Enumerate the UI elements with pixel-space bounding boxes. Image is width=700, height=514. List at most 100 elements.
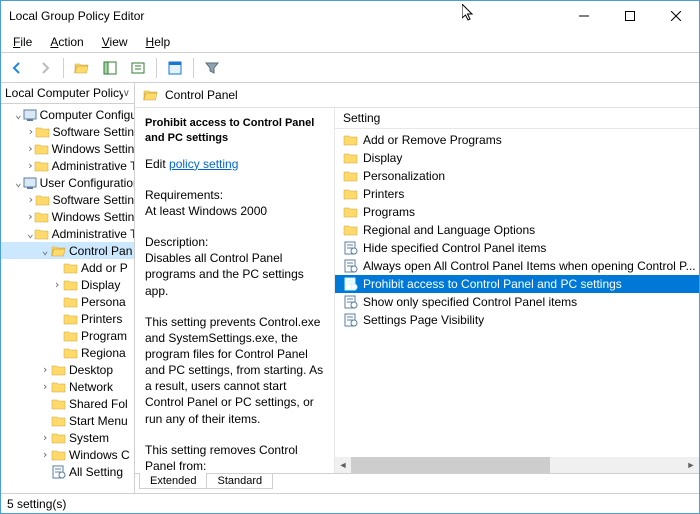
tree-item[interactable]: ›Network xyxy=(1,378,134,395)
list-item[interactable]: Programs xyxy=(335,203,699,221)
toolbar xyxy=(1,53,699,83)
tree-item[interactable]: Shared Fol xyxy=(1,395,134,412)
forward-button[interactable] xyxy=(33,56,57,80)
tree-item[interactable]: ⌄Control Pan xyxy=(1,242,134,259)
collapse-icon[interactable]: ⌄ xyxy=(27,227,34,240)
tree-item[interactable]: ›Windows Settin xyxy=(1,140,134,157)
titlebar: Local Group Policy Editor xyxy=(1,1,699,31)
list-item-label: Display xyxy=(363,151,402,165)
export-button[interactable] xyxy=(126,56,150,80)
tree-item[interactable]: All Setting xyxy=(1,463,134,480)
tree-item[interactable]: ⌄User Configuration xyxy=(1,174,134,191)
policy-title: Prohibit access to Control Panel and PC … xyxy=(145,116,324,146)
tree-item[interactable]: ›System xyxy=(1,429,134,446)
setting-icon xyxy=(51,464,67,480)
maximize-button[interactable] xyxy=(607,1,653,31)
expand-icon[interactable]: › xyxy=(27,193,35,206)
description-para2: This setting prevents Control.exe and Sy… xyxy=(145,314,324,427)
collapse-icon[interactable]: ⌄ xyxy=(39,244,51,257)
tree-item[interactable]: ›Display xyxy=(1,276,134,293)
tree-item-label: Shared Fol xyxy=(69,397,128,411)
folder-icon xyxy=(51,396,67,412)
tree-item[interactable]: Start Menu xyxy=(1,412,134,429)
expand-icon[interactable]: › xyxy=(39,448,51,461)
tree-item-label: Add or P xyxy=(81,261,128,275)
folder-icon xyxy=(35,192,51,208)
list-item[interactable]: Prohibit access to Control Panel and PC … xyxy=(335,275,699,293)
expand-icon[interactable]: › xyxy=(51,278,63,291)
up-button[interactable] xyxy=(70,56,94,80)
list-item[interactable]: Display xyxy=(335,149,699,167)
scroll-left-icon[interactable]: ◄ xyxy=(335,457,351,473)
minimize-button[interactable] xyxy=(561,1,607,31)
tree-item[interactable]: ›Software Settin xyxy=(1,123,134,140)
list-item[interactable]: Regional and Language Options xyxy=(335,221,699,239)
tree-item-label: Desktop xyxy=(69,363,113,377)
folder-icon xyxy=(51,243,67,259)
expand-icon[interactable]: › xyxy=(27,142,34,155)
list-item[interactable]: Add or Remove Programs xyxy=(335,131,699,149)
list-item[interactable]: Show only specified Control Panel items xyxy=(335,293,699,311)
folder-icon xyxy=(343,150,359,166)
close-button[interactable] xyxy=(653,1,699,31)
list-item-label: Settings Page Visibility xyxy=(363,313,484,327)
edit-policy-link[interactable]: policy setting xyxy=(169,157,238,171)
setting-icon xyxy=(343,276,359,292)
tab-extended[interactable]: Extended xyxy=(139,473,206,489)
expand-icon[interactable]: › xyxy=(39,431,51,444)
folder-icon xyxy=(51,447,67,463)
tree-item[interactable]: › Desktop xyxy=(1,361,134,378)
settings-list-pane: Setting Add or Remove Programs Display Per… xyxy=(335,108,699,473)
toolbar-separator xyxy=(193,58,194,78)
scrollbar-thumb[interactable] xyxy=(351,457,550,473)
statusbar: 5 setting(s) xyxy=(1,493,699,513)
tree-item[interactable]: ⌄Computer Configura xyxy=(1,106,134,123)
folder-icon xyxy=(34,209,50,225)
back-button[interactable] xyxy=(5,56,29,80)
setting-icon xyxy=(343,312,359,328)
tree-item[interactable]: ›Software Settin xyxy=(1,191,134,208)
tree-item[interactable]: ›Administrative T xyxy=(1,157,134,174)
tree-item[interactable]: Program xyxy=(1,327,134,344)
tree-item[interactable]: Regiona xyxy=(1,344,134,361)
expand-icon[interactable]: › xyxy=(39,363,51,376)
list-item[interactable]: Settings Page Visibility xyxy=(335,311,699,329)
folder-icon xyxy=(343,204,359,220)
breadcrumb: Control Panel xyxy=(135,83,699,107)
folder-icon xyxy=(63,328,79,344)
folder-icon xyxy=(63,260,79,276)
expand-icon[interactable]: › xyxy=(27,159,34,172)
properties-button[interactable] xyxy=(163,56,187,80)
menu-view[interactable]: View xyxy=(94,33,136,51)
tree-header[interactable]: Local Computer Policy ∨ xyxy=(1,83,134,104)
menu-action[interactable]: Action xyxy=(42,33,91,51)
list-item[interactable]: Personalization xyxy=(335,167,699,185)
list-item[interactable]: Printers xyxy=(335,185,699,203)
horizontal-scrollbar[interactable]: ◄ ► xyxy=(335,457,699,473)
tree-item[interactable]: Add or P xyxy=(1,259,134,276)
show-hide-tree-button[interactable] xyxy=(98,56,122,80)
expand-icon[interactable]: › xyxy=(27,125,35,138)
collapse-icon[interactable]: ⌄ xyxy=(15,176,22,189)
tree-item[interactable]: Printers xyxy=(1,310,134,327)
tab-standard[interactable]: Standard xyxy=(206,474,273,489)
list-item[interactable]: Hide specified Control Panel items xyxy=(335,239,699,257)
scrollbar-track[interactable] xyxy=(351,457,683,473)
menu-file[interactable]: File xyxy=(5,33,40,51)
list-item[interactable]: Always open All Control Panel Items when… xyxy=(335,257,699,275)
expand-icon[interactable]: › xyxy=(39,380,51,393)
tree-item[interactable]: ⌄Administrative T xyxy=(1,225,134,242)
folder-icon xyxy=(63,345,79,361)
tree-item[interactable]: ›Windows C xyxy=(1,446,134,463)
collapse-icon[interactable]: ⌄ xyxy=(15,108,22,121)
list-header[interactable]: Setting xyxy=(335,108,699,129)
tree-item[interactable]: ›Windows Settin xyxy=(1,208,134,225)
tree-item[interactable]: Persona xyxy=(1,293,134,310)
expand-icon[interactable]: › xyxy=(27,210,34,223)
scroll-right-icon[interactable]: ► xyxy=(683,457,699,473)
tree-item-label: All Setting xyxy=(69,465,123,479)
menu-help[interactable]: Help xyxy=(138,33,179,51)
filter-button[interactable] xyxy=(200,56,224,80)
folder-icon xyxy=(63,294,79,310)
tree-body: ⌄Computer Configura›Software Settin›Wind… xyxy=(1,104,134,480)
